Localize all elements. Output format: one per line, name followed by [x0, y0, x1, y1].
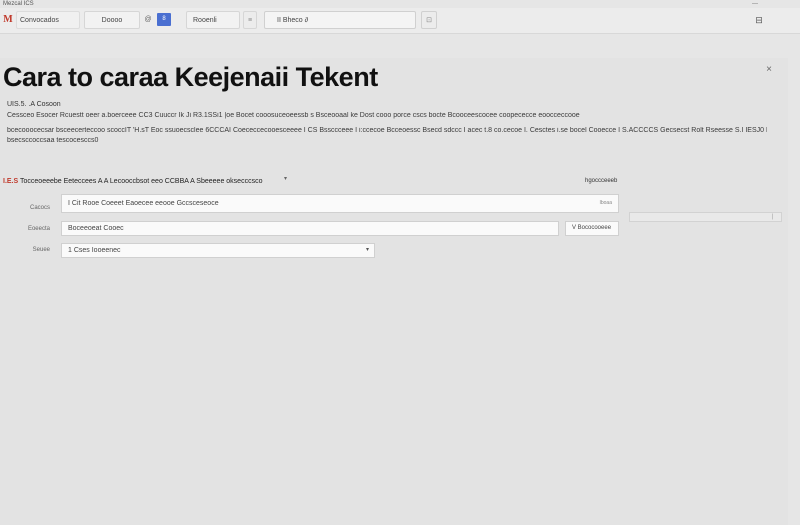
field-label: Cacocs — [29, 205, 50, 211]
select-value: 1 Cses Iooeenec — [68, 247, 121, 254]
at-icon[interactable]: @ — [141, 11, 155, 29]
search-input[interactable]: II Bheco ∂ — [264, 11, 416, 29]
options-icon[interactable]: ≡ — [243, 11, 257, 29]
checkbox-option[interactable]: V Bococooeee — [565, 221, 619, 236]
description-line: Cessceo Esocer Rcuestt oeer a.boerceee C… — [7, 112, 580, 119]
settings-heading: I.E.S Tocceoeeebe Eeteccees A A Lecooccb… — [3, 178, 262, 185]
toolbar-button[interactable]: Doooo — [84, 11, 140, 29]
side-input[interactable]: | — [629, 212, 782, 222]
side-input-hint: | — [771, 214, 773, 220]
side-label: hgoccceeeb — [585, 178, 618, 184]
close-icon[interactable]: × — [763, 64, 775, 76]
field-label: Eoeecta — [27, 226, 50, 232]
select-field[interactable]: 1 Cses Iooeenec ▾ — [61, 243, 375, 258]
field-hint: Iboaa — [599, 200, 612, 206]
error-prefix: I.E.S — [3, 178, 19, 185]
app-name-button[interactable]: Convocados — [16, 11, 80, 29]
highlight-badge[interactable]: 8 — [157, 13, 171, 26]
language-button[interactable]: Rooenli — [186, 11, 240, 29]
page-title: Cara to caraa Keejenaii Tekent — [3, 62, 378, 92]
toolbar: M Convocados Doooo @ 8 Rooenli ≡ II Bhec… — [0, 8, 800, 34]
field-label: Seuee — [32, 247, 50, 253]
minimize-button[interactable]: — — [752, 0, 758, 8]
text-field[interactable]: I Cit Rooe Coeeet Eaoecee eeooe Gccscese… — [61, 194, 619, 213]
app-logo-icon: M — [3, 14, 13, 25]
window-titlebar: Mezcal ICS — — [0, 0, 800, 8]
text-field-value: I Cit Rooe Coeeet Eaoecee eeooe Gccscese… — [68, 200, 219, 207]
description-line: bcecooocecsar bsceecerteccoo scoccIT 'H.… — [7, 127, 767, 134]
chevron-down-icon: ▾ — [365, 247, 369, 253]
expand-icon[interactable]: ⊡ — [421, 11, 437, 29]
chevron-down-icon[interactable]: ▾ — [284, 175, 287, 182]
text-field[interactable]: Boceeoeat Cooec — [61, 221, 559, 236]
menu-icon[interactable]: ⊟ — [752, 11, 766, 29]
settings-heading-text: Tocceoeeebe Eeteccees A A Lecooccbsot ee… — [20, 178, 263, 185]
section-label: UIS.5. .A Cosoon — [7, 101, 61, 108]
window-title: Mezcal ICS — [3, 1, 34, 7]
description-line: bsecsccoccsaa tescocesccs0 — [7, 137, 99, 144]
